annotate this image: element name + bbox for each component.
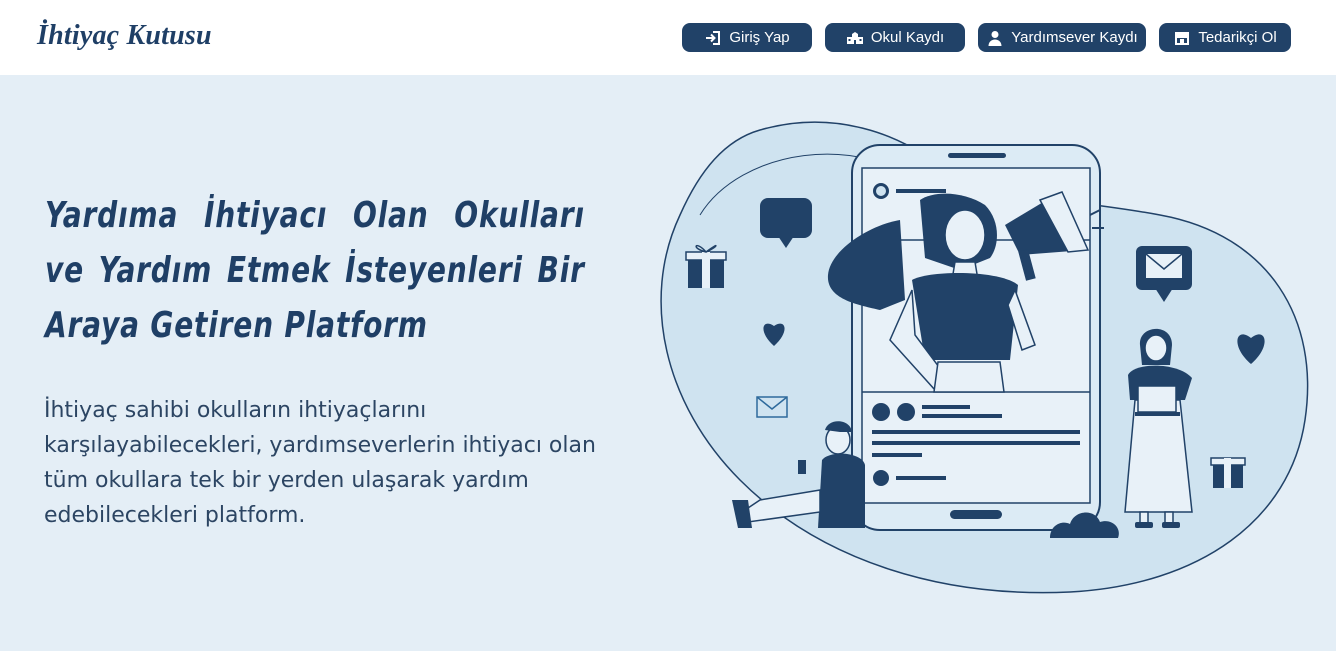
gift-icon xyxy=(1210,457,1246,488)
user-icon xyxy=(986,30,1004,46)
school-register-label: Okul Kaydı xyxy=(870,29,945,46)
donor-register-label: Yardımsever Kaydı xyxy=(1011,29,1138,46)
navbar: İhtiyaç Kutusu Giriş Yap Okul Kaydı Yard… xyxy=(0,0,1336,75)
nav-buttons: Giriş Yap Okul Kaydı Yardımsever Kaydı T… xyxy=(0,23,1336,53)
hero-description: İhtiyaç sahibi okulların ihtiyaçlarını k… xyxy=(44,398,596,528)
school-icon xyxy=(846,30,864,46)
supplier-button[interactable]: Tedarikçi Ol xyxy=(1159,23,1291,52)
donor-register-button[interactable]: Yardımsever Kaydı xyxy=(978,23,1146,52)
sign-in-icon xyxy=(704,30,722,46)
login-button[interactable]: Giriş Yap xyxy=(682,23,812,52)
hero-title: Yardıma İhtiyacı Olan Okulları ve Yardım… xyxy=(45,195,585,346)
supplier-label: Tedarikçi Ol xyxy=(1198,29,1277,46)
hero-illustration xyxy=(660,121,1309,594)
school-register-button[interactable]: Okul Kaydı xyxy=(825,23,965,52)
store-icon xyxy=(1173,30,1191,46)
gift-icon xyxy=(685,244,727,288)
login-label: Giriş Yap xyxy=(729,29,790,46)
